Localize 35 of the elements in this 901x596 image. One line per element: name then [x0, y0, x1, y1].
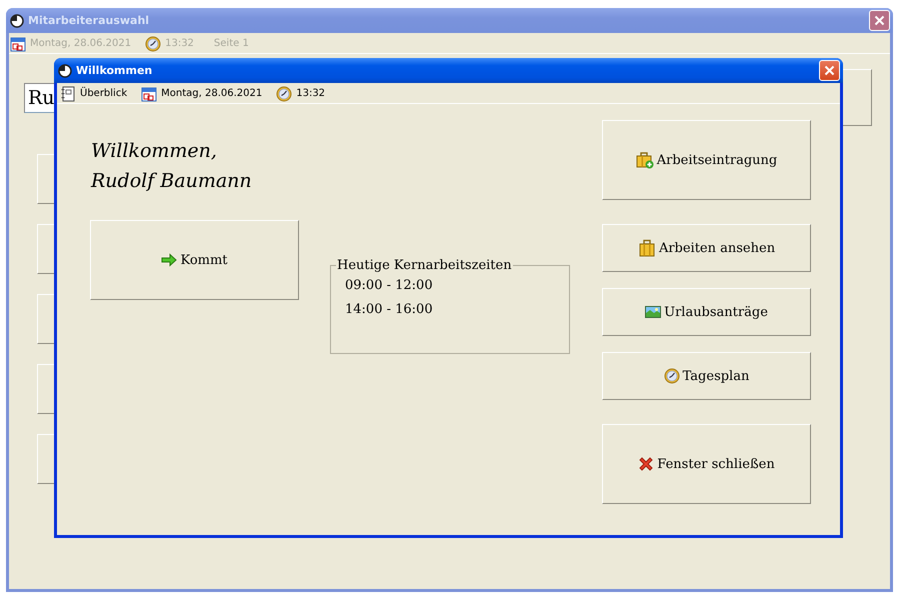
- close-icon: [824, 65, 835, 76]
- action-button[interactable]: Arbeitseintragung: [602, 120, 811, 200]
- date-label: Montag, 28.06.2021: [161, 88, 262, 99]
- clock-in-button[interactable]: Kommt: [90, 220, 299, 300]
- arrow-icon: [161, 252, 178, 268]
- window-title: Mitarbeiterauswahl: [28, 14, 150, 27]
- date-label: Montag, 28.06.2021: [30, 38, 132, 49]
- close-icon: [874, 15, 885, 26]
- time-label: 13:32: [296, 88, 326, 99]
- action-button[interactable]: Fenster schließen: [602, 424, 811, 504]
- clock-icon: [664, 368, 680, 384]
- action-button[interactable]: Tagesplan: [602, 352, 811, 400]
- picture-icon: [645, 304, 662, 320]
- briefcase-icon: [638, 239, 656, 257]
- close-button[interactable]: [819, 60, 840, 81]
- greeting-text: Willkommen,: [90, 139, 218, 164]
- overview-link[interactable]: Überblick: [80, 88, 128, 99]
- clock-icon: [145, 36, 162, 52]
- group-title: Heutige Kernarbeitszeiten: [336, 258, 513, 273]
- action-button[interactable]: Urlaubsanträge: [602, 288, 811, 336]
- clock-icon: [10, 14, 24, 28]
- user-name: Rudolf Baumann: [90, 169, 253, 194]
- page-label: Seite 1: [214, 38, 249, 49]
- action-button[interactable]: Arbeiten ansehen: [602, 224, 811, 272]
- close-button[interactable]: [869, 10, 890, 31]
- window-title: Willkommen: [76, 64, 154, 77]
- time-range: 14:00 - 16:00: [345, 301, 434, 319]
- cross-icon: [638, 456, 654, 472]
- calendar-icon: [141, 86, 158, 102]
- briefcase-plus-icon: [636, 151, 654, 169]
- time-label: 13:32: [165, 38, 194, 49]
- page-icon: [60, 86, 76, 102]
- clock-icon: [58, 64, 72, 78]
- clock-icon: [276, 86, 292, 102]
- time-range: 09:00 - 12:00: [345, 277, 434, 295]
